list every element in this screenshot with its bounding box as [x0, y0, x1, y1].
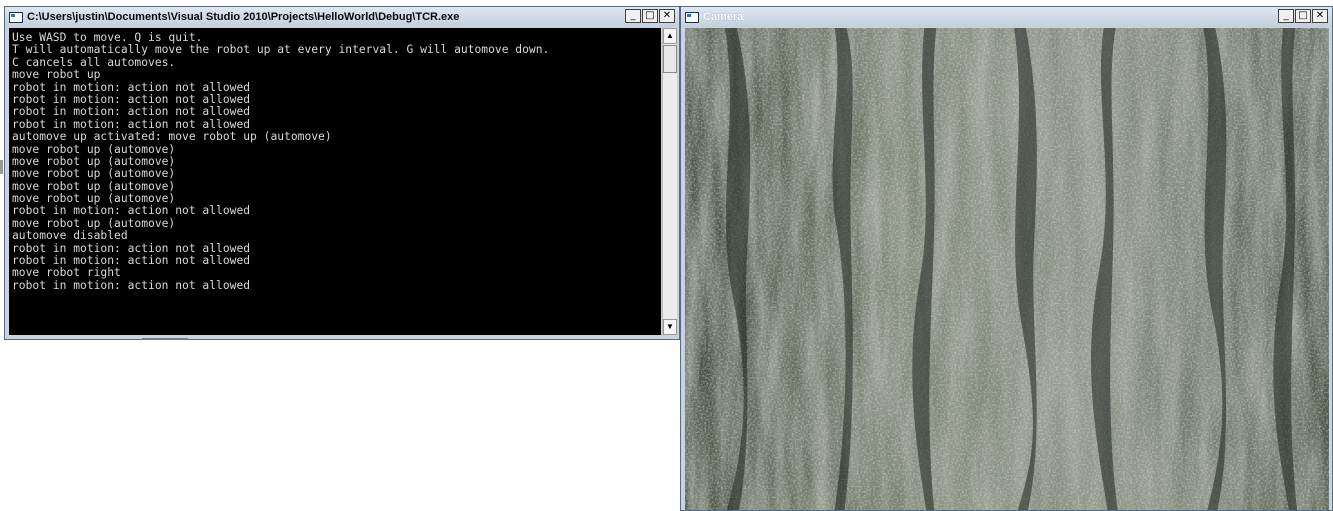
console-line: robot in motion: action not allowed: [12, 105, 251, 119]
scroll-up-arrow-icon[interactable]: ▲: [663, 28, 677, 44]
console-line: robot in motion: action not allowed: [12, 278, 251, 292]
camera-title-bar[interactable]: Camera _ □ ✕: [681, 7, 1332, 27]
console-caption-buttons: _ □ ✕: [625, 9, 675, 23]
console-line: move robot up: [12, 68, 101, 82]
camera-caption-buttons: _ □ ✕: [1278, 9, 1328, 23]
camera-close-button[interactable]: ✕: [1312, 9, 1328, 23]
background-window-fragment-left: [0, 160, 3, 174]
scroll-down-arrow-icon[interactable]: ▼: [663, 319, 677, 335]
console-maximize-button[interactable]: □: [642, 9, 658, 23]
console-app-icon: [9, 11, 23, 23]
tree-bark-texture: [685, 28, 1329, 510]
console-minimize-button[interactable]: _: [625, 9, 641, 23]
console-line: move robot up (automove): [12, 167, 176, 181]
console-scrollbar[interactable]: ▲ ▼: [662, 28, 677, 335]
console-line: move robot right: [12, 266, 121, 280]
camera-window[interactable]: Camera _ □ ✕: [680, 6, 1333, 511]
scroll-thumb[interactable]: [663, 45, 677, 73]
background-window-fragment: [142, 338, 188, 340]
console-close-button[interactable]: ✕: [659, 9, 675, 23]
camera-maximize-button[interactable]: □: [1295, 9, 1311, 23]
camera-feed-image: [685, 28, 1329, 510]
console-text: Use WASD to move. Q is quit. T will autom…: [9, 28, 661, 292]
console-line: C cancels all automoves.: [12, 55, 176, 69]
console-title-bar[interactable]: C:\Users\justin\Documents\Visual Studio …: [5, 7, 679, 27]
camera-app-icon: [685, 11, 699, 23]
console-window[interactable]: C:\Users\justin\Documents\Visual Studio …: [4, 6, 680, 340]
camera-minimize-button[interactable]: _: [1278, 9, 1294, 23]
console-line: automove disabled: [12, 229, 128, 243]
camera-window-title: Camera: [703, 11, 744, 23]
console-output[interactable]: Use WASD to move. Q is quit. T will autom…: [9, 28, 661, 335]
console-line: automove up activated: move robot up (au…: [12, 130, 332, 144]
console-line: robot in motion: action not allowed: [12, 204, 251, 218]
console-line: T will automatically move the robot up a…: [12, 43, 550, 57]
console-window-title: C:\Users\justin\Documents\Visual Studio …: [27, 11, 460, 23]
